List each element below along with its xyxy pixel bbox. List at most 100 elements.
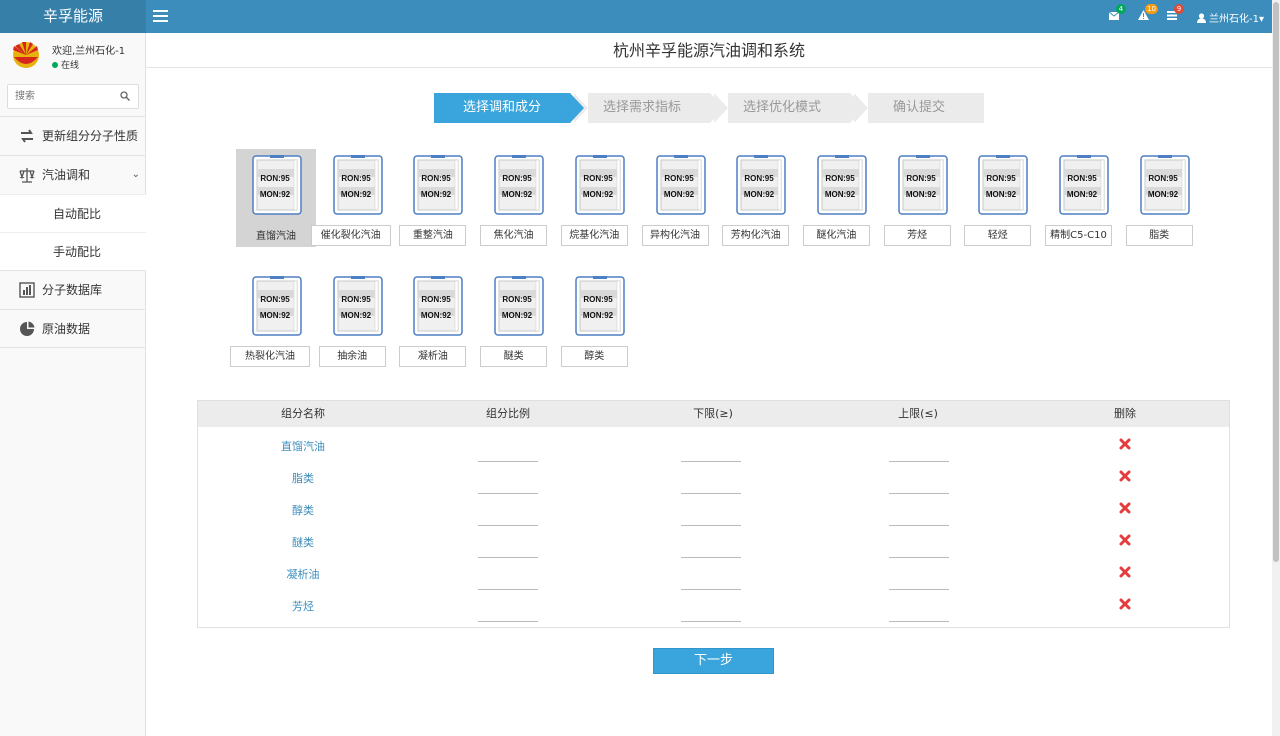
delete-icon[interactable] <box>1118 597 1132 611</box>
component-label: 凝析油 <box>399 346 467 367</box>
delete-icon[interactable] <box>1118 565 1132 579</box>
component-tile[interactable]: RON:95 MON:92 异构化汽油 <box>640 149 720 247</box>
fuel-tank-icon: RON:95 MON:92 <box>332 276 383 336</box>
tasks-icon[interactable]: 9 <box>1167 4 1184 23</box>
envelope-icon[interactable]: 4 <box>1108 4 1126 23</box>
svg-text:MON:92: MON:92 <box>744 190 775 199</box>
component-tile[interactable]: RON:95 MON:92 热裂化汽油 <box>230 270 316 368</box>
wizard-step-select-requirements[interactable]: 选择需求指标 <box>574 93 724 123</box>
component-label: 异构化汽油 <box>641 225 709 246</box>
wizard-step-label: 确认提交 <box>892 100 945 115</box>
wizard-step-confirm-submit[interactable]: 确认提交 <box>854 93 984 123</box>
component-name-link[interactable]: 芳烃 <box>253 598 353 614</box>
sidebar-item-auto-ratio[interactable]: 自动配比 <box>0 194 146 232</box>
component-label: 醇类 <box>560 346 628 367</box>
fuel-tank-icon: RON:95 MON:92 <box>494 155 544 215</box>
exchange-icon <box>21 129 33 143</box>
sidebar-item-manual-ratio[interactable]: 手动配比 <box>0 232 146 270</box>
component-tile[interactable]: RON:95 MON:92 重整汽油 <box>397 149 477 247</box>
user-menu[interactable]: 兰州石化-1▾ <box>1197 10 1264 25</box>
svg-text:MON:92: MON:92 <box>341 311 372 320</box>
component-label: 直馏汽油 <box>256 231 296 242</box>
balance-scale-icon <box>19 168 35 183</box>
pie-chart-icon <box>20 321 35 336</box>
component-tile[interactable]: RON:95 MON:92 醇类 <box>559 270 639 368</box>
component-tile[interactable]: RON:95 MON:92 精制C5-C10 <box>1043 149 1123 247</box>
sidebar-item-gasoline-blending[interactable]: 汽油调和 ⌄ <box>0 155 146 194</box>
svg-text:RON:95: RON:95 <box>906 174 936 183</box>
component-tile[interactable]: RON:95 MON:92 轻烃 <box>962 149 1042 247</box>
component-tile[interactable]: RON:95 MON:92 直馏汽油 <box>236 149 316 247</box>
component-label: 精制C5-C10 <box>1045 225 1112 246</box>
component-name-link[interactable]: 脂类 <box>253 470 353 486</box>
svg-text:MON:92: MON:92 <box>825 190 856 199</box>
svg-text:RON:95: RON:95 <box>1148 174 1178 183</box>
scrollbar-thumb[interactable] <box>1273 2 1279 562</box>
component-label: 芳构化汽油 <box>722 225 790 246</box>
component-tile[interactable]: RON:95 MON:92 凝析油 <box>397 270 477 368</box>
sidebar-item-label: 汽油调和 <box>42 168 91 182</box>
svg-text:MON:92: MON:92 <box>583 311 614 320</box>
component-tile[interactable]: RON:95 MON:92 芳烃 <box>882 149 962 247</box>
search-input[interactable] <box>8 85 116 108</box>
svg-text:MON:92: MON:92 <box>502 311 533 320</box>
page-scrollbar[interactable] <box>1272 0 1280 736</box>
ratio-input[interactable] <box>478 610 538 622</box>
sidebar-item-label: 更新组分分子性质 <box>42 129 139 143</box>
delete-icon[interactable] <box>1118 469 1132 483</box>
warning-count-badge: 10 <box>1145 4 1158 14</box>
sidebar-item-crude-data[interactable]: 原油数据 <box>0 309 146 348</box>
svg-text:RON:95: RON:95 <box>260 174 290 183</box>
svg-text:MON:92: MON:92 <box>986 190 1017 199</box>
component-name-link[interactable]: 凝析油 <box>253 566 353 582</box>
hamburger-menu-icon[interactable] <box>153 10 168 22</box>
sidebar-item-molecule-db[interactable]: 分子数据库 <box>0 270 146 309</box>
lower-limit-input[interactable] <box>681 610 741 622</box>
wizard-step-select-components[interactable]: 选择调和成分 <box>434 93 584 123</box>
warning-icon[interactable]: 10 <box>1138 4 1158 23</box>
app-logo[interactable]: 辛孚能源 <box>0 0 146 33</box>
fuel-tank-icon: RON:95 MON:92 <box>736 155 786 215</box>
svg-text:MON:92: MON:92 <box>1067 190 1098 199</box>
svg-text:RON:95: RON:95 <box>502 174 532 183</box>
next-step-button[interactable]: 下一步 <box>653 648 774 674</box>
component-tile[interactable]: RON:95 MON:92 烷基化汽油 <box>559 149 639 247</box>
sidebar-item-label: 原油数据 <box>42 322 91 336</box>
svg-text:MON:92: MON:92 <box>502 190 533 199</box>
online-dot-icon <box>52 62 58 68</box>
component-tile[interactable]: RON:95 MON:92 脂类 <box>1124 149 1204 247</box>
caret-down-icon: ▾ <box>1258 14 1265 25</box>
component-tile[interactable]: RON:95 MON:92 醚化汽油 <box>801 149 881 247</box>
sidebar-item-update-properties[interactable]: 更新组分分子性质 <box>0 116 146 155</box>
delete-icon[interactable] <box>1118 437 1132 451</box>
search-icon[interactable] <box>120 91 130 101</box>
mail-count-badge: 4 <box>1116 4 1126 14</box>
fuel-tank-icon: RON:95 MON:92 <box>494 276 544 336</box>
component-name-link[interactable]: 醇类 <box>253 502 353 518</box>
component-name-link[interactable]: 醚类 <box>253 534 353 550</box>
table-row: 脂类 <box>198 460 1229 494</box>
table-row: 直馏汽油 <box>198 428 1229 462</box>
upper-limit-input[interactable] <box>889 610 949 622</box>
delete-icon[interactable] <box>1118 501 1132 515</box>
delete-icon[interactable] <box>1118 533 1132 547</box>
svg-text:RON:95: RON:95 <box>745 174 775 183</box>
component-tile[interactable]: RON:95 MON:92 焦化汽油 <box>478 149 558 247</box>
svg-text:RON:95: RON:95 <box>583 295 613 304</box>
sidebar-search <box>7 84 139 109</box>
component-tile[interactable]: RON:95 MON:92 醚类 <box>478 270 558 368</box>
fuel-tank-icon: RON:95 MON:92 <box>252 155 302 215</box>
svg-text:MON:92: MON:92 <box>583 190 614 199</box>
component-label: 重整汽油 <box>399 225 467 246</box>
component-name-link[interactable]: 直馏汽油 <box>253 438 353 454</box>
component-tile[interactable]: RON:95 MON:92 抽余油 <box>317 270 397 368</box>
svg-text:RON:95: RON:95 <box>987 174 1017 183</box>
wizard-step-label: 选择调和成分 <box>462 100 541 115</box>
component-tile[interactable]: RON:95 MON:92 芳构化汽油 <box>720 149 800 247</box>
column-header-lower-limit: 下限(≥) <box>693 407 733 420</box>
component-label: 芳烃 <box>883 225 951 246</box>
svg-text:RON:95: RON:95 <box>341 295 371 304</box>
component-tile[interactable]: RON:95 MON:92 催化裂化汽油 <box>310 149 397 247</box>
component-label: 焦化汽油 <box>480 225 548 246</box>
wizard-step-select-optimization[interactable]: 选择优化模式 <box>714 93 864 123</box>
